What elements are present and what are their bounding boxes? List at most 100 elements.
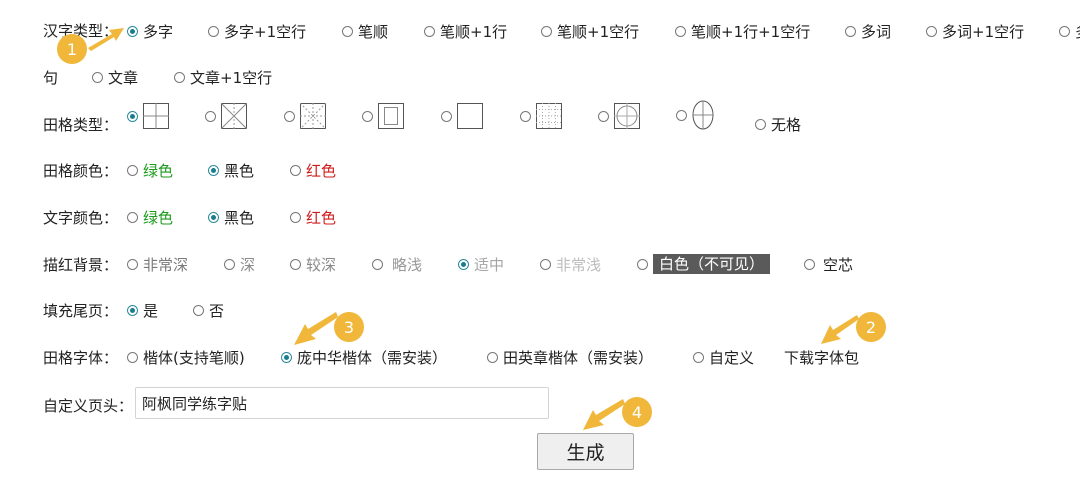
grid-font-option-pangzhonghua[interactable]: 庞中华楷体（需安装）: [281, 345, 447, 369]
radio-button[interactable]: [224, 258, 235, 270]
radio-button[interactable]: [127, 164, 138, 176]
trace-bg-option-hollow[interactable]: 空芯: [804, 252, 853, 276]
trace-bg-option-slightly-light[interactable]: 略浅: [372, 252, 422, 276]
radio-button[interactable]: [541, 25, 552, 37]
grid-type-option-inner-rect[interactable]: [362, 102, 404, 130]
radio-button[interactable]: [598, 110, 609, 122]
annotation-badge-2: 2: [856, 312, 886, 342]
char-type-option-duoci-kongxing[interactable]: 多词+1空行: [926, 19, 1024, 43]
radio-button[interactable]: [281, 351, 292, 363]
char-type-option-wenzhang-kongxing[interactable]: 文章+1空行: [174, 65, 272, 89]
grid-color-option-black[interactable]: 黑色: [208, 158, 254, 182]
radio-button[interactable]: [637, 258, 648, 270]
trace-bg-option-fairly-dark[interactable]: 较深: [290, 252, 336, 276]
annotation-arrow-1-icon: [88, 28, 124, 51]
annotation-arrow-3-icon: [294, 312, 338, 345]
radio-button[interactable]: [675, 25, 686, 37]
grid-type-option-round-tian[interactable]: [598, 102, 640, 130]
trace-bg-option-dark[interactable]: 深: [224, 252, 255, 276]
trace-bg-option-white-invisible[interactable]: 白色（不可见）: [637, 252, 771, 276]
radio-button[interactable]: [441, 110, 452, 122]
text-color-option-black[interactable]: 黑色: [208, 205, 254, 229]
radio-button[interactable]: [845, 25, 856, 37]
square-grid-icon: [457, 103, 483, 129]
fill-tail-label: 填充尾页：: [43, 302, 119, 320]
grid-type-option-oval[interactable]: [676, 100, 714, 130]
fill-tail-option-no[interactable]: 否: [193, 298, 224, 322]
annotation-arrow-2-icon: [821, 315, 859, 344]
radio-button[interactable]: [127, 110, 138, 122]
grid-font-option-kaiti[interactable]: 楷体(支持笔顺): [127, 345, 245, 369]
char-type-option-bishun[interactable]: 笔顺: [342, 19, 388, 43]
download-font-pack-link[interactable]: 下载字体包: [784, 347, 859, 368]
text-color-option-red[interactable]: 红色: [290, 205, 336, 229]
grid-color-label: 田格颜色：: [43, 162, 119, 180]
grid-color-option-green[interactable]: 绿色: [127, 158, 173, 182]
text-color-option-green[interactable]: 绿色: [127, 205, 173, 229]
radio-button[interactable]: [362, 110, 373, 122]
radio-button[interactable]: [693, 351, 704, 363]
radio-button[interactable]: [290, 258, 301, 270]
radio-button[interactable]: [926, 25, 937, 37]
radio-button[interactable]: [755, 118, 766, 130]
radio-button[interactable]: [520, 110, 531, 122]
char-type-option-bishun-kongxing[interactable]: 笔顺+1空行: [541, 19, 639, 43]
grid-type-option-tian[interactable]: [127, 102, 169, 130]
grid-font-option-custom[interactable]: 自定义: [693, 345, 754, 369]
radio-button[interactable]: [540, 258, 551, 270]
radio-button[interactable]: [127, 351, 138, 363]
annotation-badge-4: 4: [622, 397, 652, 427]
trace-bg-option-very-dark[interactable]: 非常深: [127, 252, 188, 276]
annotation-badge-1: 1: [57, 34, 87, 64]
radio-button[interactable]: [458, 258, 469, 270]
char-type-option-bishun-1xing[interactable]: 笔顺+1行: [424, 19, 507, 43]
trace-bg-option-medium[interactable]: 适中: [458, 252, 504, 276]
inner-rect-grid-icon: [378, 103, 404, 129]
text-color-label: 文字颜色：: [43, 209, 119, 227]
grid-type-option-mi-dotted[interactable]: [284, 102, 326, 130]
generate-button[interactable]: 生成: [537, 433, 634, 470]
radio-button[interactable]: [174, 71, 185, 83]
grid-type-option-square[interactable]: [441, 102, 483, 130]
grid-font-label: 田格字体：: [43, 349, 119, 367]
radio-button[interactable]: [372, 258, 383, 270]
grid-type-label: 田格类型：: [43, 116, 119, 134]
char-type-option-bishun-1xing-kongxing[interactable]: 笔顺+1行+1空行: [675, 19, 810, 43]
radio-button[interactable]: [208, 25, 219, 37]
radio-button[interactable]: [92, 71, 103, 83]
oval-grid-icon: [692, 100, 714, 130]
dotted-fine-grid-icon: [536, 103, 562, 129]
grid-type-option-mi[interactable]: [205, 102, 247, 130]
fill-tail-option-yes[interactable]: 是: [127, 298, 158, 322]
mi-grid-icon: [221, 103, 247, 129]
radio-button[interactable]: [208, 211, 219, 223]
radio-button[interactable]: [127, 211, 138, 223]
radio-button[interactable]: [342, 25, 353, 37]
radio-button[interactable]: [1059, 25, 1070, 37]
radio-button[interactable]: [284, 110, 295, 122]
radio-button[interactable]: [424, 25, 435, 37]
grid-type-option-dotted-fine[interactable]: [520, 102, 562, 130]
char-type-option-duozi-kongxing[interactable]: 多字+1空行: [208, 19, 306, 43]
char-type-option-truncated[interactable]: 多: [1059, 19, 1080, 43]
grid-type-option-none[interactable]: 无格: [755, 112, 801, 136]
char-type-option-duozi[interactable]: 多字: [127, 19, 173, 43]
radio-button[interactable]: [676, 109, 687, 121]
radio-button[interactable]: [804, 258, 815, 270]
grid-color-option-red[interactable]: 红色: [290, 158, 336, 182]
radio-button[interactable]: [487, 351, 498, 363]
radio-button[interactable]: [208, 164, 219, 176]
radio-button[interactable]: [205, 110, 216, 122]
trace-bg-option-very-light[interactable]: 非常浅: [540, 252, 601, 276]
char-type-option-wenzhang[interactable]: 文章: [92, 65, 138, 89]
custom-header-input[interactable]: [135, 387, 549, 419]
radio-button[interactable]: [127, 304, 138, 316]
radio-button[interactable]: [193, 304, 204, 316]
radio-button[interactable]: [127, 258, 138, 270]
radio-button[interactable]: [290, 211, 301, 223]
char-type-option-duoci[interactable]: 多词: [845, 19, 891, 43]
radio-button[interactable]: [127, 25, 138, 37]
radio-button[interactable]: [290, 164, 301, 176]
grid-font-option-tianyingzhang[interactable]: 田英章楷体（需安装）: [487, 345, 653, 369]
annotation-badge-3: 3: [334, 312, 364, 342]
